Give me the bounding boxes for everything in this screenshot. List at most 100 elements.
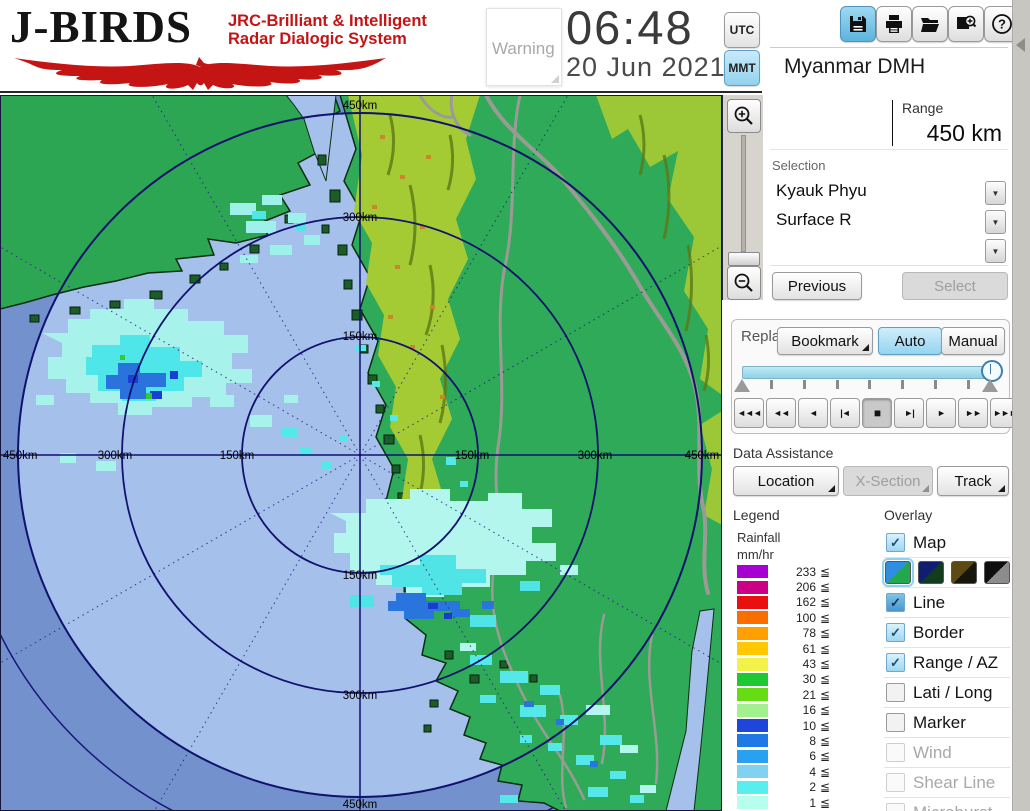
slider-tick [802,380,806,389]
lati-long-checkbox[interactable] [886,683,905,702]
wind-checkbox [886,743,905,762]
legend-color-swatch [737,657,768,671]
legend-color-swatch [737,580,768,594]
overlay-item-label: Border [913,622,965,642]
range-value: 450 km [926,120,1002,146]
save-icon [850,16,866,32]
legend-lte-symbol: ≦ [820,610,831,625]
slider-tick [934,380,938,389]
rewind-button[interactable]: ◄ [798,398,828,428]
zoom-slider-track[interactable] [741,135,746,252]
map-style-swatch[interactable] [951,561,977,584]
zoom-in-icon [734,106,753,125]
play-button[interactable]: ► [926,398,956,428]
chevron-down-icon[interactable]: ▼ [985,181,1006,205]
legend-lte-symbol: ≦ [820,564,831,579]
legend-color-swatch [737,780,768,794]
legend-color-swatch [737,734,768,748]
save-button[interactable] [840,6,876,42]
slider-start-marker[interactable] [734,379,750,392]
previous-button[interactable]: Previous [772,272,862,300]
folder-icon [921,18,939,32]
legend-color-swatch [737,672,768,686]
legend-value: 2 [809,780,816,795]
header-divider [0,91,762,93]
svg-text:150km: 150km [343,570,378,582]
legend-row: 233 ≦ [737,564,857,579]
range-az-checkbox[interactable]: ✓ [886,653,905,672]
svg-text:150km: 150km [343,331,378,343]
svg-text:450km: 450km [343,799,378,811]
capture-zoom-icon [957,15,977,29]
overlay-item-lati-long: Lati / Long [884,678,1010,708]
panel-collapse-strip[interactable] [1012,0,1030,811]
slider-end-marker[interactable] [982,379,998,392]
print-button[interactable] [876,6,912,42]
select-button[interactable]: Select [902,272,1008,300]
legend-value: 1 [809,795,816,810]
marker-checkbox[interactable] [886,713,905,732]
map-style-swatch[interactable] [918,561,944,584]
capture-button[interactable] [948,6,984,42]
svg-text:150km: 150km [220,450,255,462]
manual-button[interactable]: Manual [941,327,1005,355]
line-checkbox[interactable]: ✓ [886,593,905,612]
resize-grip-icon[interactable] [551,75,559,83]
legend-value: 10 [802,718,816,733]
legend-row: 21 ≦ [737,687,857,702]
location-button[interactable]: Location [733,466,839,496]
station-name: Myanmar DMH [784,55,926,78]
product-dropdown[interactable]: Surface R ▼ [770,207,1008,237]
svg-text:450km: 450km [685,450,720,462]
replay-slider-track[interactable] [742,366,997,379]
app-logo: J-BIRDS JRC-Brilliant & Intelligent Rada… [10,4,427,92]
option-dropdown[interactable]: ▼ [770,236,1008,266]
zoom-out-button[interactable] [727,266,761,300]
utc-button[interactable]: UTC [724,12,760,48]
border-checkbox[interactable]: ✓ [886,623,905,642]
fast-rewind-button[interactable]: ◄◄ [766,398,796,428]
overlay-item-label: Range / AZ [913,652,999,672]
chevron-down-icon[interactable]: ▼ [985,239,1006,263]
mmt-button[interactable]: MMT [724,50,760,86]
site-dropdown[interactable]: Kyauk Phyu ▼ [770,178,1008,208]
zoom-in-button[interactable] [727,99,761,133]
svg-text:?: ? [998,17,1006,32]
legend-row: 10 ≦ [737,718,857,733]
chevron-down-icon[interactable]: ▼ [985,210,1006,234]
legend-row: 162 ≦ [737,595,857,610]
open-folder-button[interactable] [912,6,948,42]
track-button[interactable]: Track [937,466,1009,496]
data-assistance-label: Data Assistance [733,445,834,461]
svg-text:450km: 450km [3,450,38,462]
overlay-item-label: Map [913,532,947,552]
step-back-button[interactable]: |◄ [830,398,860,428]
map-style-swatch[interactable] [882,558,914,587]
overlay-item-label: Lati / Long [913,682,993,702]
auto-button[interactable]: Auto [878,327,942,355]
bookmark-button[interactable]: Bookmark [777,327,873,355]
legend-value: 43 [802,657,816,672]
radar-map[interactable]: 450km 300km 150km 150km 300km 450km 450k… [0,95,722,811]
legend-color-swatch [737,765,768,779]
legend-row: 1 ≦ [737,795,857,810]
legend-row: 2 ≦ [737,779,857,794]
step-forward-button[interactable]: ►| [894,398,924,428]
legend-row: 100 ≦ [737,610,857,625]
overlay-item-border: ✓ Border [884,618,1010,648]
legend-row: 4 ≦ [737,764,857,779]
stop-button[interactable]: ■ [862,398,892,428]
fast-forward-button[interactable]: ►► [958,398,988,428]
zoom-slider-handle[interactable] [728,252,760,266]
rainfall-legend: 233 ≦ 206 ≦ 162 ≦ 100 ≦ 78 ≦ 61 ≦ 43 ≦ 30 ≦ 21 ≦ 16 ≦ 10 ≦ 8 ≦ 6… [737,564,857,810]
legend-value: 8 [809,733,816,748]
overlay-checkbox-list: ✓ Map ✓ Line ✓ Border ✓ Range / AZ Lati / Long Ma… [882,528,1010,811]
map-checkbox[interactable]: ✓ [886,533,905,552]
range-label: Range [902,100,944,116]
selection-label: Selection [772,158,826,173]
legend-value: 233 [795,564,816,579]
map-style-swatch[interactable] [984,561,1010,584]
jump-start-button[interactable]: ◄◄◄ [734,398,764,428]
warning-panel[interactable]: Warning [486,8,562,86]
x-section-button[interactable]: X-Section [843,466,933,496]
